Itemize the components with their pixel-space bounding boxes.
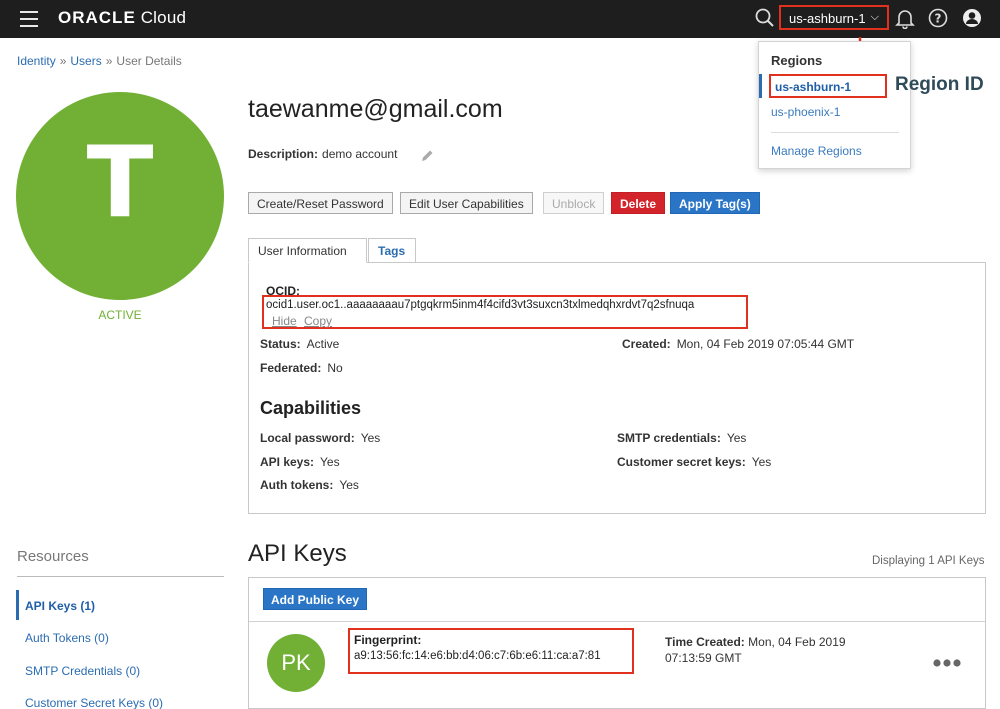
apply-tags-button[interactable]: Apply Tag(s) <box>670 192 760 214</box>
region-option-label: us-ashburn-1 <box>769 74 887 98</box>
create-reset-password-button[interactable]: Create/Reset Password <box>248 192 393 214</box>
more-actions-icon[interactable] <box>932 657 962 669</box>
breadcrumb-users[interactable]: Users <box>70 54 101 68</box>
tab-user-information[interactable]: User Information <box>248 238 367 263</box>
time-created-line1: Mon, 04 Feb 2019 <box>748 635 846 649</box>
fingerprint-value: a9:13:56:fc:14:e6:bb:d4:06:c7:6b:e6:11:c… <box>354 650 601 662</box>
add-public-key-button[interactable]: Add Public Key <box>263 588 368 610</box>
resources-heading: Resources <box>17 548 89 565</box>
api-keys-count: Displaying 1 API Keys <box>872 555 985 567</box>
tab-tags[interactable]: Tags <box>368 238 416 263</box>
api-keys-row: API keys: Yes <box>260 455 340 469</box>
smtp-credentials-row: SMTP credentials: Yes <box>617 431 746 445</box>
local-password-label: Local password: <box>260 431 355 445</box>
api-key-time-created: Time Created: Mon, 04 Feb 2019 07:13:59 G… <box>665 634 865 666</box>
local-password-value: Yes <box>360 431 381 445</box>
help-icon[interactable]: ? <box>927 7 949 29</box>
federated-row: Federated: No <box>260 361 343 375</box>
user-status-badge: ACTIVE <box>98 308 142 322</box>
region-selector-label: us-ashburn-1 <box>789 11 866 26</box>
breadcrumb: Identity» Users» User Details <box>17 54 182 68</box>
description-label: Description: <box>248 147 319 161</box>
api-keys-heading: API Keys <box>248 540 347 567</box>
auth-tokens-label: Auth tokens: <box>260 478 334 492</box>
smtp-credentials-label: SMTP credentials: <box>617 431 721 445</box>
resource-item-customer-secret-keys[interactable]: Customer Secret Keys (0) <box>25 696 163 709</box>
breadcrumb-current: User Details <box>116 54 182 68</box>
auth-tokens-row: Auth tokens: Yes <box>260 478 359 492</box>
search-icon[interactable] <box>754 7 776 29</box>
status-row: Status: Active <box>260 337 339 351</box>
resource-item-api-keys[interactable]: API Keys (1) <box>25 599 95 613</box>
api-keys-value: Yes <box>320 455 340 469</box>
status-value: Active <box>306 337 340 351</box>
resources-active-indicator <box>16 590 19 620</box>
region-selector-button[interactable]: us-ashburn-1 ⌵ <box>779 5 889 30</box>
user-profile-icon[interactable] <box>961 7 983 29</box>
created-value: Mon, 04 Feb 2019 07:05:44 GMT <box>676 337 855 351</box>
local-password-row: Local password: Yes <box>260 431 380 445</box>
svg-text:?: ? <box>935 12 942 26</box>
unblock-button[interactable]: Unblock <box>543 192 605 214</box>
region-option-us-phoenix-1[interactable]: us-phoenix-1 <box>771 105 840 119</box>
api-key-avatar: PK <box>267 634 325 692</box>
region-menu-title: Regions <box>771 53 823 68</box>
user-description: Description: demo account <box>248 147 397 161</box>
delete-button[interactable]: Delete <box>611 192 666 214</box>
federated-value: No <box>327 361 343 375</box>
status-label: Status: <box>260 337 301 351</box>
fingerprint-label: Fingerprint: <box>354 633 422 647</box>
breadcrumb-identity[interactable]: Identity <box>17 54 56 68</box>
customer-secret-keys-value: Yes <box>751 455 772 469</box>
region-id-callout: Region ID <box>895 74 984 95</box>
capabilities-heading: Capabilities <box>260 398 362 418</box>
resources-divider <box>17 576 224 577</box>
ocid-copy-link[interactable]: Copy <box>304 314 332 328</box>
page-title: taewanme@gmail.com <box>248 95 503 123</box>
breadcrumb-separator: » <box>105 54 113 68</box>
logo-brand: ORACLE <box>58 8 136 27</box>
api-keys-toolbar-divider <box>249 621 985 622</box>
time-created-label: Time Created: <box>665 635 745 649</box>
api-keys-label: API keys: <box>260 455 315 469</box>
ocid-hide-link[interactable]: Hide <box>272 314 297 328</box>
user-avatar-initial: T <box>86 126 154 240</box>
created-label: Created: <box>622 337 671 351</box>
breadcrumb-separator: » <box>59 54 67 68</box>
notifications-bell-icon[interactable] <box>894 7 916 29</box>
customer-secret-keys-label: Customer secret keys: <box>617 455 746 469</box>
auth-tokens-value: Yes <box>339 478 359 492</box>
created-row: Created: Mon, 04 Feb 2019 07:05:44 GMT <box>622 337 854 351</box>
time-created-line2: 07:13:59 GMT <box>665 651 742 665</box>
hamburger-menu-icon[interactable] <box>20 11 38 27</box>
customer-secret-keys-row: Customer secret keys: Yes <box>617 455 771 469</box>
description-value: demo account <box>322 147 398 161</box>
logo-product: Cloud <box>135 8 187 27</box>
user-avatar: T <box>16 92 224 300</box>
edit-pencil-icon[interactable] <box>419 148 435 164</box>
resource-item-auth-tokens[interactable]: Auth Tokens (0) <box>25 631 109 645</box>
ocid-value: ocid1.user.oc1..aaaaaaaau7ptgqkrm5inm4f4… <box>266 299 695 311</box>
region-dropdown-menu: Regions us-ashburn-1 us-phoenix-1 Manage… <box>758 41 911 169</box>
resource-item-smtp-credentials[interactable]: SMTP Credentials (0) <box>25 664 140 678</box>
federated-label: Federated: <box>260 361 322 375</box>
top-navigation-bar: ORACLE Cloud us-ashburn-1 ⌵ ? <box>0 0 1000 38</box>
region-option-us-ashburn-1[interactable]: us-ashburn-1 <box>759 74 887 98</box>
smtp-credentials-value: Yes <box>726 431 747 445</box>
edit-user-capabilities-button[interactable]: Edit User Capabilities <box>400 192 533 214</box>
chevron-down-icon: ⌵ <box>870 11 879 23</box>
manage-regions-link[interactable]: Manage Regions <box>771 144 862 158</box>
oracle-cloud-logo[interactable]: ORACLE Cloud <box>58 8 186 28</box>
region-menu-divider <box>771 132 899 133</box>
